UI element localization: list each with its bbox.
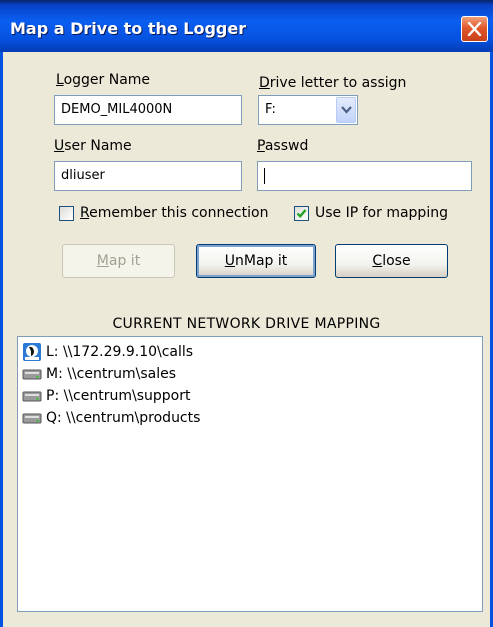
drive-letter-label: Drive letter to assign: [259, 75, 407, 91]
network-drive-icon: [22, 413, 42, 424]
window-border-left: [0, 52, 3, 627]
list-item-label: Q: \\centrum\products: [46, 410, 201, 426]
remember-connection-label[interactable]: Remember this connection: [80, 205, 268, 221]
map-it-button[interactable]: Map it: [62, 244, 175, 278]
user-name-input[interactable]: dliuser: [54, 161, 242, 191]
use-ip-checkbox[interactable]: [294, 206, 309, 221]
password-label: Passwd: [257, 138, 309, 154]
list-item-label: M: \\centrum\sales: [46, 366, 177, 382]
use-ip-label[interactable]: Use IP for mapping: [315, 205, 448, 221]
close-button[interactable]: Close: [335, 244, 448, 278]
logger-drive-icon: [23, 343, 41, 361]
title-bar[interactable]: Map a Drive to the Logger: [0, 0, 493, 52]
window-title: Map a Drive to the Logger: [10, 19, 247, 38]
mapping-section-title: CURRENT NETWORK DRIVE MAPPING: [112, 316, 381, 332]
logger-name-label: Logger Name: [56, 72, 151, 88]
logger-name-input[interactable]: DEMO_MIL4000N: [54, 95, 242, 125]
user-name-value: dliuser: [61, 168, 105, 183]
drive-letter-dropdown-button[interactable]: [336, 97, 356, 123]
close-window-button[interactable]: [461, 16, 488, 42]
chevron-down-icon: [341, 106, 352, 114]
remember-connection-checkbox[interactable]: [59, 206, 74, 221]
drive-letter-select[interactable]: F:: [258, 95, 358, 125]
list-item-label: P: \\centrum\support: [46, 388, 191, 404]
logger-name-value: DEMO_MIL4000N: [61, 102, 173, 117]
user-name-label: User Name: [54, 138, 132, 154]
network-drive-icon: [22, 369, 42, 380]
checkmark-icon: [296, 209, 307, 219]
unmap-it-button[interactable]: UnMap it: [196, 244, 316, 278]
password-input[interactable]: [257, 161, 472, 191]
drive-mapping-list[interactable]: L: \\172.29.9.10\calls M: \\centrum\sale…: [17, 336, 483, 612]
dialog-window: Map a Drive to the Logger Logger Name DE…: [0, 0, 493, 627]
close-icon: [467, 22, 482, 36]
network-drive-icon: [22, 391, 42, 402]
drive-letter-value: F:: [265, 102, 276, 117]
list-item-label: L: \\172.29.9.10\calls: [46, 344, 194, 360]
text-caret: [264, 167, 265, 184]
